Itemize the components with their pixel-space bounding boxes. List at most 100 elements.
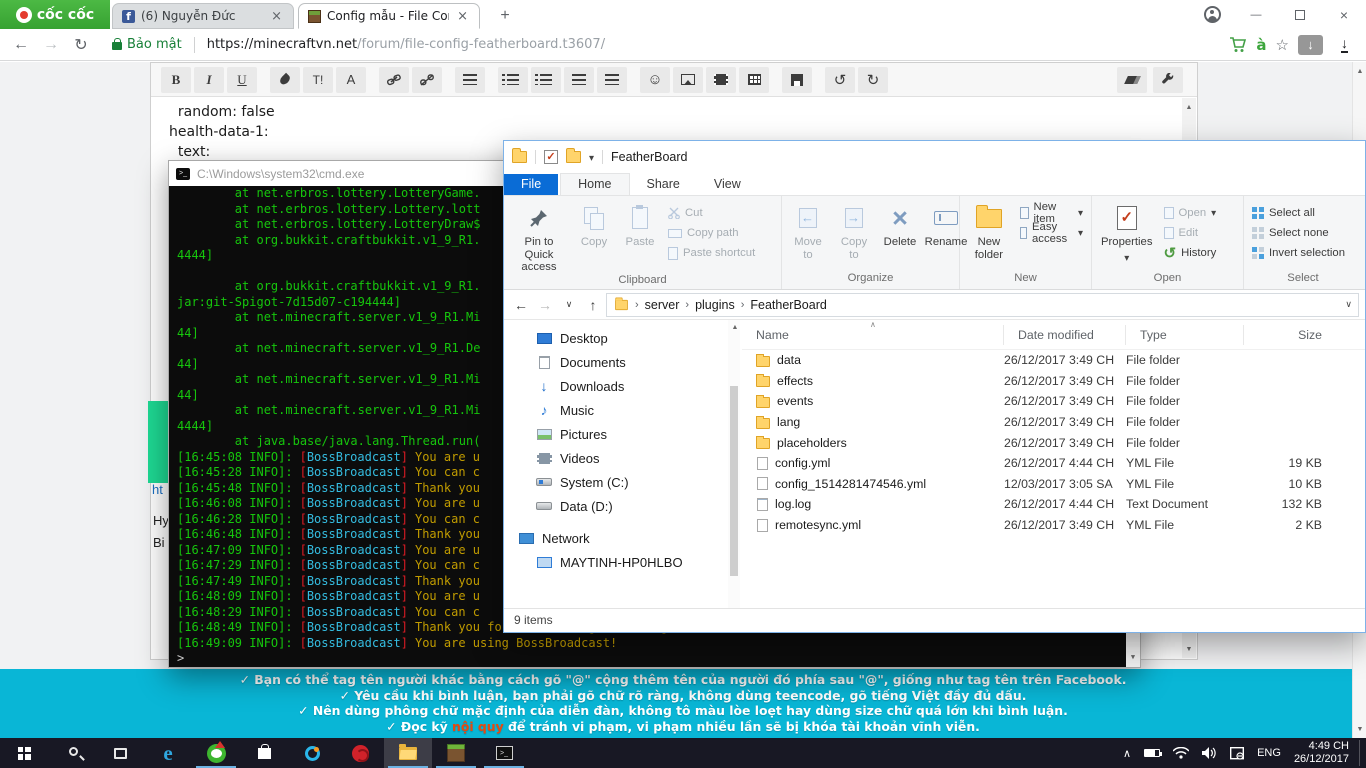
task-view-button[interactable] (96, 738, 144, 768)
undo-button[interactable] (825, 67, 855, 93)
sidebar-item[interactable]: Downloads (504, 374, 742, 398)
tab-share[interactable]: Share (630, 174, 697, 195)
security-chip[interactable]: Bảo mật (112, 37, 182, 52)
dictionary-icon[interactable]: à (1256, 36, 1266, 54)
file-row[interactable]: config_1514281474546.yml 12/03/2017 3:05… (742, 474, 1365, 495)
tab-file[interactable]: File (504, 174, 558, 195)
navpane-scrollbar[interactable] (728, 320, 740, 608)
cmd-scroll-down-icon[interactable] (1126, 651, 1140, 665)
easy-access-button[interactable]: Easy access (1016, 223, 1087, 243)
sidebar-item[interactable]: System (C:) (504, 470, 742, 494)
align-button[interactable] (455, 67, 485, 93)
sidebar-item[interactable]: MAYTINH-HP0HLBO (504, 550, 742, 574)
url-text[interactable]: https://minecraftvn.net/forum/file-confi… (207, 37, 1226, 52)
explorer-back-button[interactable] (510, 294, 532, 316)
font-family-button[interactable] (336, 67, 366, 93)
unlink-button[interactable] (412, 67, 442, 93)
numbered-list-button[interactable] (531, 67, 561, 93)
history-button[interactable]: History (1160, 243, 1221, 263)
column-header-size[interactable]: Size (1244, 325, 1330, 345)
address-dropdown-icon[interactable] (1345, 299, 1352, 310)
bookmark-star-icon[interactable] (1276, 36, 1289, 54)
breadcrumb-item-server[interactable]: server (645, 298, 680, 312)
breadcrumb-item-featherboard[interactable]: FeatherBoard (750, 298, 826, 312)
taskbar-coccoc-button[interactable] (192, 738, 240, 768)
breadcrumb-item-plugins[interactable]: plugins (695, 298, 735, 312)
sidebar-item[interactable]: Documents (504, 350, 742, 374)
quick-access-newfolder-icon[interactable] (566, 151, 581, 163)
new-tab-button[interactable] (492, 6, 518, 26)
italic-button[interactable] (194, 67, 224, 93)
wifi-icon[interactable] (1173, 747, 1189, 759)
reload-button[interactable] (68, 32, 94, 58)
tab-close-icon[interactable] (455, 9, 470, 24)
pin-to-quick-access-button[interactable]: Pin to Quick access (508, 199, 570, 274)
select-none-button[interactable]: Select none (1248, 223, 1349, 243)
taskbar-store-button[interactable] (240, 738, 288, 768)
scroll-up-icon[interactable] (1182, 100, 1196, 114)
new-item-button[interactable]: New item (1016, 203, 1087, 223)
file-row[interactable]: lang 26/12/2017 3:49 CH File folder (742, 412, 1365, 433)
text-color-button[interactable] (270, 67, 300, 93)
taskbar-clock[interactable]: 4:49 CH26/12/2017 (1294, 740, 1360, 766)
file-row[interactable]: remotesync.yml 26/12/2017 3:49 CH YML Fi… (742, 515, 1365, 536)
page-scroll-down-icon[interactable] (1353, 722, 1366, 736)
sidebar-item[interactable]: Pictures (504, 422, 742, 446)
column-header-type[interactable]: Type (1126, 325, 1244, 345)
file-row[interactable]: effects 26/12/2017 3:49 CH File folder (742, 371, 1365, 392)
sidebar-item[interactable]: Network (504, 526, 742, 550)
tab-home[interactable]: Home (560, 173, 629, 195)
maximize-button[interactable] (1278, 0, 1322, 29)
invert-selection-button[interactable]: Invert selection (1248, 243, 1349, 263)
insert-media-button[interactable] (706, 67, 736, 93)
font-size-button[interactable] (303, 67, 333, 93)
save-draft-button[interactable] (782, 67, 812, 93)
insert-image-button[interactable] (673, 67, 703, 93)
taskbar-cmd-button[interactable] (480, 738, 528, 768)
explorer-forward-button[interactable] (534, 294, 556, 316)
explorer-history-caret-icon[interactable] (558, 294, 580, 316)
bold-button[interactable] (161, 67, 191, 93)
tray-expand-icon[interactable] (1123, 747, 1131, 760)
back-button[interactable] (8, 32, 34, 58)
navpane-scroll-up-icon[interactable] (728, 320, 742, 334)
sidebar-item[interactable]: Videos (504, 446, 742, 470)
forward-button[interactable] (38, 32, 64, 58)
indent-button[interactable] (597, 67, 627, 93)
navpane-scroll-thumb[interactable] (730, 386, 738, 576)
taskbar-ccleaner-button[interactable] (288, 738, 336, 768)
volume-icon[interactable] (1202, 747, 1217, 759)
breadcrumb[interactable]: server plugins FeatherBoard (606, 293, 1359, 317)
taskbar-red-app-button[interactable] (336, 738, 384, 768)
taskbar-explorer-button[interactable] (384, 738, 432, 768)
scroll-down-icon[interactable] (1182, 642, 1196, 656)
tab-facebook[interactable]: (6) Nguyễn Đức (112, 3, 294, 29)
file-row[interactable]: config.yml 26/12/2017 4:44 CH YML File 1… (742, 453, 1365, 474)
file-row[interactable]: events 26/12/2017 3:49 CH File folder (742, 391, 1365, 412)
select-all-button[interactable]: Select all (1248, 203, 1349, 223)
file-row[interactable]: log.log 26/12/2017 4:44 CH Text Document… (742, 494, 1365, 515)
tab-close-icon[interactable] (269, 9, 284, 24)
sidebar-item[interactable]: Desktop (504, 326, 742, 350)
underline-button[interactable] (227, 67, 257, 93)
taskbar-search-button[interactable] (48, 738, 96, 768)
outdent-button[interactable] (564, 67, 594, 93)
download-manager-button[interactable] (1298, 35, 1323, 55)
minimize-button[interactable] (1234, 0, 1278, 29)
cart-icon[interactable] (1229, 37, 1247, 53)
sidebar-item[interactable]: Data (D:) (504, 494, 742, 518)
page-scroll-up-icon[interactable] (1353, 64, 1366, 78)
quick-access-properties-icon[interactable] (544, 150, 558, 164)
insert-link-button[interactable] (379, 67, 409, 93)
rules-link[interactable]: nội quy (452, 719, 504, 734)
taskbar-minecraft-button[interactable] (432, 738, 480, 768)
tab-forum[interactable]: Config mẫu - File Config F (298, 3, 480, 29)
file-row[interactable]: placeholders 26/12/2017 3:49 CH File fol… (742, 432, 1365, 453)
profile-button[interactable] (1190, 0, 1234, 29)
editor-settings-button[interactable] (1153, 67, 1183, 93)
column-header-date[interactable]: Date modified (1004, 325, 1126, 345)
emoji-button[interactable] (640, 67, 670, 93)
properties-button[interactable]: Properties (1096, 199, 1158, 265)
file-row[interactable]: data 26/12/2017 3:49 CH File folder (742, 350, 1365, 371)
redo-button[interactable] (858, 67, 888, 93)
